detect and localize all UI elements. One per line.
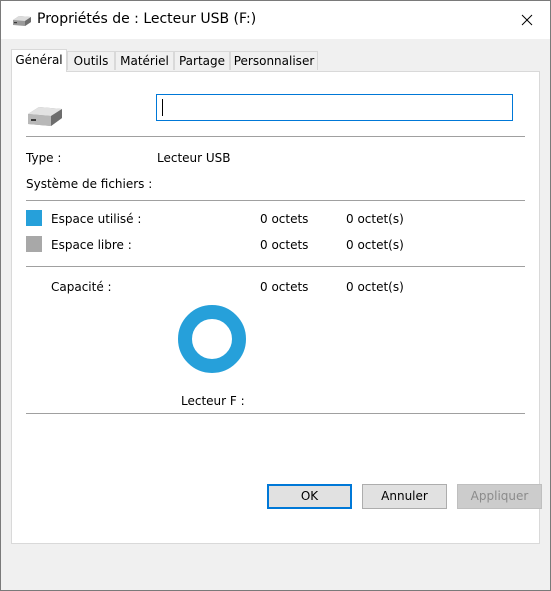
donut-ring xyxy=(178,305,246,373)
window-title: Propriétés de : Lecteur USB (F:) xyxy=(37,11,257,27)
free-space-size: 0 octet(s) xyxy=(346,238,404,252)
close-button[interactable] xyxy=(504,1,550,39)
title-bar: Propriétés de : Lecteur USB (F:) xyxy=(1,1,550,39)
used-space-swatch xyxy=(26,210,42,226)
general-panel: Type : Lecteur USB Système de fichiers :… xyxy=(11,71,540,544)
apply-button[interactable]: Appliquer xyxy=(457,484,542,509)
free-space-bytes: 0 octets xyxy=(260,238,309,252)
free-space-label: Espace libre : xyxy=(51,238,132,252)
tab-tools[interactable]: Outils xyxy=(67,51,115,70)
capacity-size: 0 octet(s) xyxy=(346,280,404,294)
separator xyxy=(26,136,525,137)
separator xyxy=(26,200,525,201)
used-space-bytes: 0 octets xyxy=(260,212,309,226)
separator xyxy=(26,266,525,267)
tab-sharing[interactable]: Partage xyxy=(174,51,230,70)
tab-customize[interactable]: Personnaliser xyxy=(230,51,318,70)
tab-hardware[interactable]: Matériel xyxy=(115,51,174,70)
cancel-button[interactable]: Annuler xyxy=(362,484,447,509)
tab-general[interactable]: Général xyxy=(11,49,67,72)
capacity-donut-chart xyxy=(178,305,246,373)
drive-letter-label: Lecteur F : xyxy=(181,394,245,408)
drive-icon xyxy=(28,107,62,126)
properties-dialog: Propriétés de : Lecteur USB (F:) Général… xyxy=(0,0,551,591)
type-label: Type : xyxy=(26,151,62,165)
free-space-swatch xyxy=(26,236,42,252)
close-icon xyxy=(521,14,533,26)
capacity-bytes: 0 octets xyxy=(260,280,309,294)
separator xyxy=(26,413,525,414)
drive-name-input[interactable] xyxy=(156,94,513,121)
tab-strip: Général Outils Matériel Partage Personna… xyxy=(11,49,541,72)
filesystem-label: Système de fichiers : xyxy=(26,177,153,191)
capacity-label: Capacité : xyxy=(51,280,112,294)
type-value: Lecteur USB xyxy=(157,151,231,165)
usb-drive-icon xyxy=(13,16,31,26)
ok-button[interactable]: OK xyxy=(267,484,352,509)
used-space-label: Espace utilisé : xyxy=(51,212,142,226)
used-space-size: 0 octet(s) xyxy=(346,212,404,226)
text-caret xyxy=(162,99,163,116)
